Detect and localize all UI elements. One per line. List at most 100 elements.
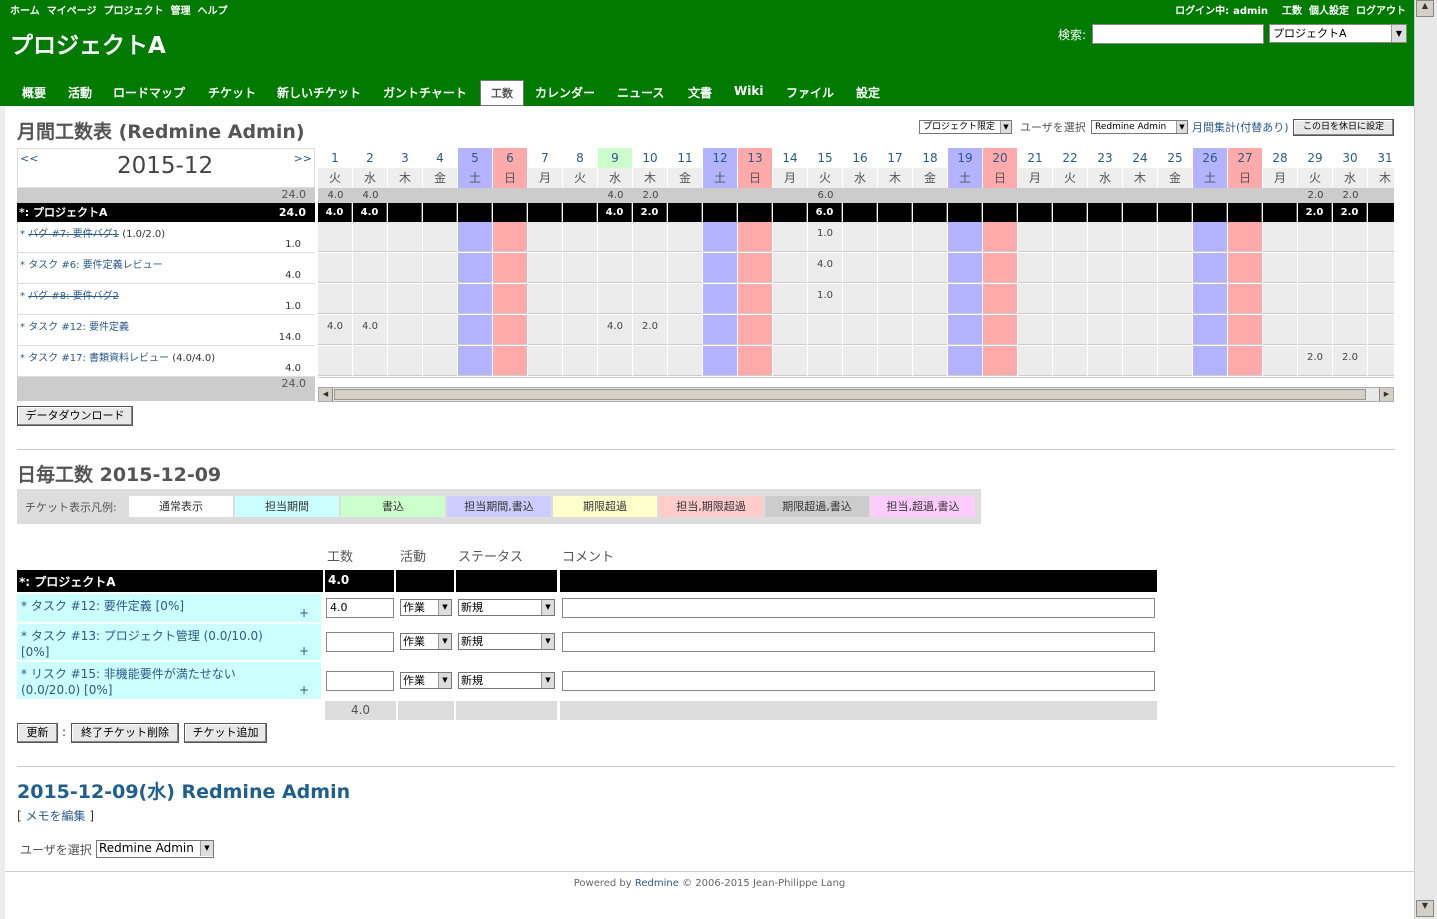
task-day-cell[interactable]: [1298, 222, 1332, 252]
task-day-cell[interactable]: [388, 346, 422, 376]
status-select[interactable]: 新規 ▼: [458, 599, 555, 616]
top-menu-item[interactable]: 管理: [171, 6, 191, 17]
day-number-link[interactable]: 25: [1158, 148, 1192, 168]
activity-select[interactable]: 作業 ▼: [400, 633, 452, 650]
task-day-cell[interactable]: [983, 315, 1017, 345]
monthly-summary-link[interactable]: 月間集計(付替あり): [1192, 119, 1289, 135]
task-day-cell[interactable]: [1263, 315, 1297, 345]
task-day-cell[interactable]: [843, 315, 877, 345]
task-day-cell[interactable]: [668, 346, 702, 376]
task-day-cell[interactable]: [1368, 253, 1394, 283]
day-number-link[interactable]: 1: [318, 148, 352, 168]
task-day-cell[interactable]: [1193, 346, 1227, 376]
task-day-cell[interactable]: [668, 284, 702, 314]
task-day-cell[interactable]: 4.0: [353, 315, 387, 345]
task-day-cell[interactable]: [1158, 315, 1192, 345]
task-day-cell[interactable]: [913, 315, 947, 345]
scroll-left-icon[interactable]: ◀: [319, 388, 333, 401]
task-day-cell[interactable]: [773, 253, 807, 283]
task-day-cell[interactable]: [388, 284, 422, 314]
status-select[interactable]: 新規 ▼: [458, 671, 555, 689]
redmine-link[interactable]: Redmine: [635, 878, 679, 889]
task-day-cell[interactable]: [668, 253, 702, 283]
task-day-cell[interactable]: [353, 346, 387, 376]
task-day-cell[interactable]: [1053, 253, 1087, 283]
task-day-cell[interactable]: [598, 222, 632, 252]
task-day-cell[interactable]: [1088, 315, 1122, 345]
task-day-cell[interactable]: [388, 253, 422, 283]
update-button[interactable]: 更新: [17, 723, 58, 743]
task-day-cell[interactable]: [598, 346, 632, 376]
day-number-link[interactable]: 31: [1368, 148, 1394, 168]
task-day-cell[interactable]: [528, 315, 562, 345]
tab-item[interactable]: カレンダー: [535, 84, 595, 101]
task-day-cell[interactable]: [458, 253, 492, 283]
task-day-cell[interactable]: [458, 284, 492, 314]
task-day-cell[interactable]: [563, 346, 597, 376]
task-day-cell[interactable]: [353, 253, 387, 283]
data-download-button[interactable]: データダウンロード: [17, 406, 133, 426]
tab-item[interactable]: 工数: [480, 80, 524, 106]
task-day-cell[interactable]: [1193, 222, 1227, 252]
task-day-cell[interactable]: [1053, 284, 1087, 314]
task-day-cell[interactable]: [878, 222, 912, 252]
task-day-cell[interactable]: [528, 222, 562, 252]
task-day-cell[interactable]: [1088, 253, 1122, 283]
tab-item[interactable]: ロードマップ: [113, 84, 185, 101]
task-day-cell[interactable]: [1228, 315, 1262, 345]
activity-select[interactable]: 作業 ▼: [400, 599, 452, 616]
task-day-cell[interactable]: [1263, 284, 1297, 314]
task-day-cell[interactable]: [1333, 222, 1367, 252]
task-day-cell[interactable]: [1053, 222, 1087, 252]
hours-input[interactable]: 4.0: [326, 598, 394, 618]
task-day-cell[interactable]: [948, 315, 982, 345]
task-day-cell[interactable]: [318, 346, 352, 376]
day-number-link[interactable]: 26: [1193, 148, 1227, 168]
memo-user-select[interactable]: Redmine Admin ▼: [96, 840, 214, 858]
project-filter-select[interactable]: プロジェクト限定 ▼: [919, 120, 1012, 134]
day-number-link[interactable]: 7: [528, 148, 562, 168]
task-day-cell[interactable]: [1053, 346, 1087, 376]
task-day-cell[interactable]: [878, 253, 912, 283]
task-day-cell[interactable]: [843, 284, 877, 314]
set-holiday-button[interactable]: この日を休日に設定: [1293, 119, 1394, 136]
task-day-cell[interactable]: [703, 284, 737, 314]
task-day-cell[interactable]: [1263, 222, 1297, 252]
task-day-cell[interactable]: [843, 253, 877, 283]
task-day-cell[interactable]: [808, 346, 842, 376]
task-day-cell[interactable]: [1018, 315, 1052, 345]
task-day-cell[interactable]: [1018, 222, 1052, 252]
tab-item[interactable]: 設定: [856, 84, 880, 101]
task-day-cell[interactable]: [1193, 284, 1227, 314]
task-day-cell[interactable]: [1158, 346, 1192, 376]
task-day-cell[interactable]: [948, 346, 982, 376]
login-user-link[interactable]: admin: [1233, 6, 1268, 17]
task-day-cell[interactable]: [598, 253, 632, 283]
edit-memo-link[interactable]: メモを編集: [26, 809, 86, 823]
task-day-cell[interactable]: [878, 284, 912, 314]
task-day-cell[interactable]: [423, 346, 457, 376]
task-day-cell[interactable]: [1158, 222, 1192, 252]
task-day-cell[interactable]: [913, 253, 947, 283]
task-day-cell[interactable]: [808, 315, 842, 345]
task-day-cell[interactable]: [423, 222, 457, 252]
task-day-cell[interactable]: [878, 346, 912, 376]
task-day-cell[interactable]: [563, 253, 597, 283]
task-day-cell[interactable]: [1158, 253, 1192, 283]
task-day-cell[interactable]: [318, 253, 352, 283]
task-day-cell[interactable]: [528, 253, 562, 283]
task-day-cell[interactable]: [738, 346, 772, 376]
task-day-cell[interactable]: [1018, 346, 1052, 376]
day-number-link[interactable]: 20: [983, 148, 1017, 168]
day-number-link[interactable]: 2: [353, 148, 387, 168]
day-number-link[interactable]: 14: [773, 148, 807, 168]
task-day-cell[interactable]: [913, 346, 947, 376]
scroll-up-icon[interactable]: ▲: [1416, 0, 1434, 17]
day-number-link[interactable]: 21: [1018, 148, 1052, 168]
task-day-cell[interactable]: [493, 315, 527, 345]
day-number-link[interactable]: 10: [633, 148, 667, 168]
hours-input[interactable]: [326, 632, 394, 652]
task-day-cell[interactable]: [528, 284, 562, 314]
task-day-cell[interactable]: [1333, 253, 1367, 283]
search-input[interactable]: [1092, 24, 1264, 44]
